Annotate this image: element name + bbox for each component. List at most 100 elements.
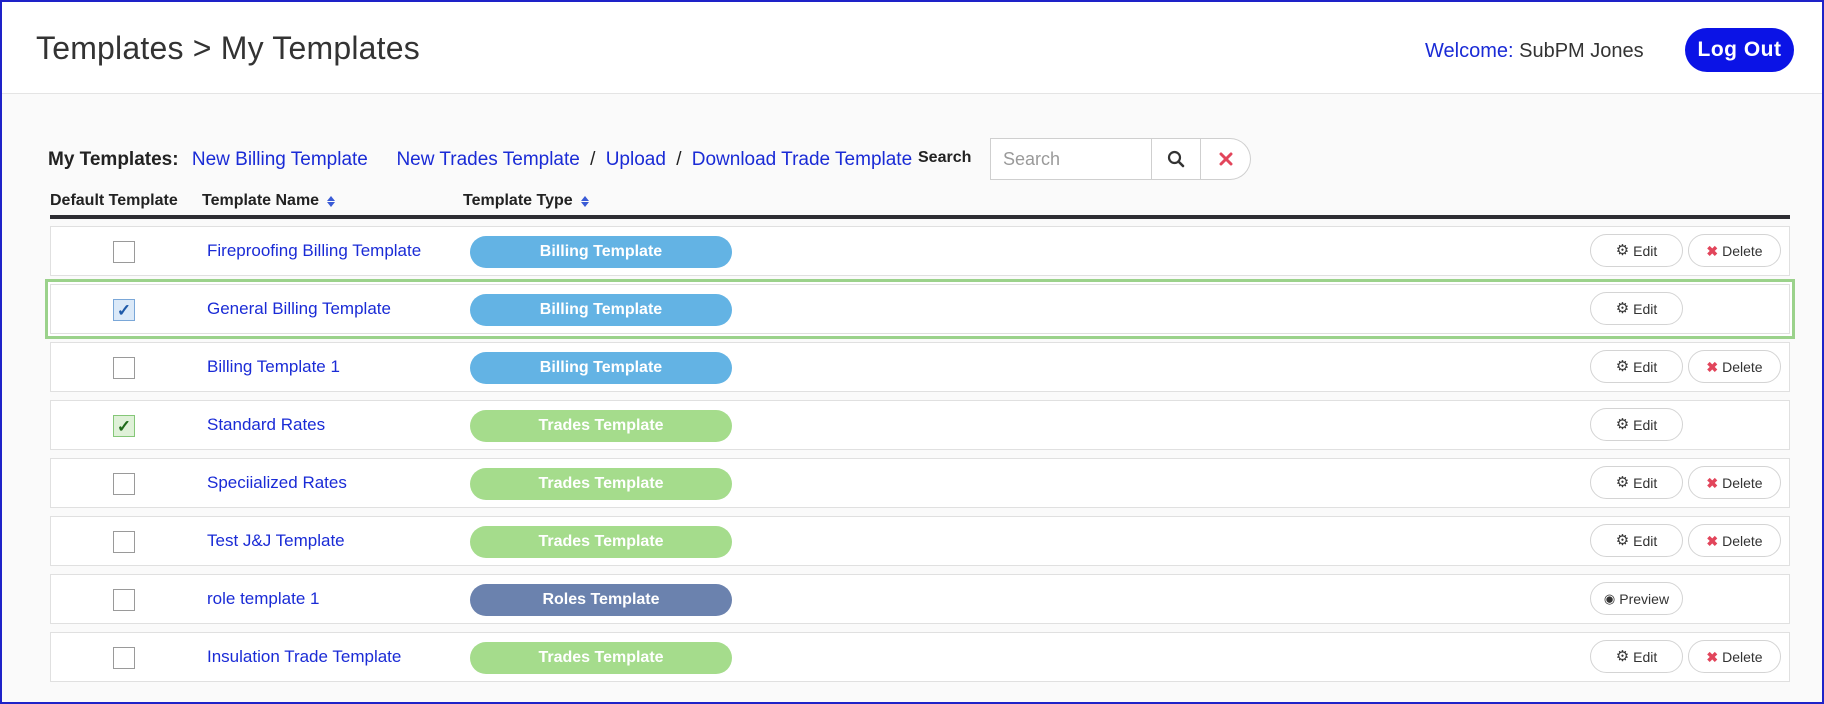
edit-label: Edit xyxy=(1633,300,1658,317)
edit-label: Edit xyxy=(1633,242,1658,259)
x-icon: ✖ xyxy=(1706,532,1719,549)
template-type-badge: Trades Template xyxy=(470,642,732,674)
template-type-badge: Roles Template xyxy=(470,584,732,616)
edit-button[interactable]: ⚙ Edit xyxy=(1590,350,1683,383)
column-header-type-label: Template Type xyxy=(463,192,573,209)
gear-icon: ⚙ xyxy=(1615,242,1630,259)
my-templates-label: My Templates: xyxy=(48,149,179,170)
template-links-bar: My Templates: New Billing Template New T… xyxy=(48,149,912,171)
edit-label: Edit xyxy=(1633,474,1658,491)
template-type-badge: Trades Template xyxy=(470,410,732,442)
delete-button[interactable]: ✖ Delete xyxy=(1688,466,1781,499)
link-separator: / xyxy=(676,149,682,170)
template-name-link[interactable]: Test J&J Template xyxy=(207,531,345,551)
edit-label: Edit xyxy=(1633,532,1658,549)
edit-button[interactable]: ⚙ Edit xyxy=(1590,408,1683,441)
gear-icon: ⚙ xyxy=(1615,648,1630,665)
template-type-badge: Billing Template xyxy=(470,294,732,326)
download-trade-template-link[interactable]: Download Trade Template xyxy=(692,149,912,170)
default-template-checkbox[interactable]: ✓ xyxy=(113,415,135,437)
table-row: Fireproofing Billing Template Billing Tem… xyxy=(50,226,1790,276)
preview-label: Preview xyxy=(1619,590,1670,607)
link-separator: / xyxy=(590,149,596,170)
new-trades-template-link[interactable]: New Trades Template xyxy=(396,149,579,170)
search-group xyxy=(990,138,1251,180)
template-type-badge: Trades Template xyxy=(470,468,732,500)
welcome-label: Welcome: xyxy=(1425,40,1514,62)
gear-icon: ⚙ xyxy=(1615,358,1630,375)
x-icon: ✖ xyxy=(1706,474,1719,491)
template-name-link[interactable]: Billing Template 1 xyxy=(207,357,340,377)
default-template-checkbox[interactable] xyxy=(113,241,135,263)
template-type-badge: Trades Template xyxy=(470,526,732,558)
welcome-text: Welcome: SubPM Jones xyxy=(1425,40,1644,63)
delete-label: Delete xyxy=(1722,358,1763,375)
table-header: Default Template Template Name Template … xyxy=(50,192,1790,214)
search-icon xyxy=(1167,150,1185,168)
delete-button[interactable]: ✖ Delete xyxy=(1688,524,1781,557)
template-name-link[interactable]: General Billing Template xyxy=(207,299,391,319)
template-name-link[interactable]: Fireproofing Billing Template xyxy=(207,241,421,261)
edit-label: Edit xyxy=(1633,416,1658,433)
table-row: Speciialized Rates Trades Template ⚙ Edit ✖ D… xyxy=(50,458,1790,508)
table-row: ✓ General Billing Template Billing Templat… xyxy=(50,284,1790,334)
default-template-checkbox[interactable] xyxy=(113,589,135,611)
template-name-link[interactable]: Standard Rates xyxy=(207,415,325,435)
x-icon: ✖ xyxy=(1706,358,1719,375)
gear-icon: ⚙ xyxy=(1615,300,1630,317)
column-header-name[interactable]: Template Name xyxy=(202,192,336,210)
gear-icon: ⚙ xyxy=(1615,416,1630,433)
clear-search-button[interactable] xyxy=(1201,138,1251,180)
edit-button[interactable]: ⚙ Edit xyxy=(1590,292,1683,325)
table-row: Insulation Trade Template Trades Template… xyxy=(50,632,1790,682)
edit-button[interactable]: ⚙ Edit xyxy=(1590,234,1683,267)
template-type-badge: Billing Template xyxy=(470,236,732,268)
sort-icon[interactable] xyxy=(327,195,336,207)
delete-label: Delete xyxy=(1722,474,1763,491)
delete-label: Delete xyxy=(1722,648,1763,665)
delete-button[interactable]: ✖ Delete xyxy=(1688,350,1781,383)
template-name-link[interactable]: Speciialized Rates xyxy=(207,473,347,493)
table-row: ✓ Standard Rates Trades Template ⚙ Edit xyxy=(50,400,1790,450)
edit-button[interactable]: ⚙ Edit xyxy=(1590,640,1683,673)
eye-icon: ◉ xyxy=(1603,591,1616,606)
top-header: Templates > My Templates Welcome: SubPM … xyxy=(2,2,1822,94)
table-row: Test J&J Template Trades Template ⚙ Edit ✖ De… xyxy=(50,516,1790,566)
x-icon: ✖ xyxy=(1706,242,1719,259)
search-button[interactable] xyxy=(1151,138,1201,180)
edit-label: Edit xyxy=(1633,358,1658,375)
search-label: Search xyxy=(918,149,972,166)
new-billing-template-link[interactable]: New Billing Template xyxy=(192,149,368,170)
default-template-checkbox[interactable]: ✓ xyxy=(113,299,135,321)
page-title: Templates > My Templates xyxy=(36,30,420,66)
column-header-default-label: Default Template xyxy=(50,192,178,209)
edit-button[interactable]: ⚙ Edit xyxy=(1590,524,1683,557)
delete-button[interactable]: ✖ Delete xyxy=(1688,640,1781,673)
table-row: Billing Template 1 Billing Template ⚙ Edit ✖… xyxy=(50,342,1790,392)
logout-button[interactable]: Log Out xyxy=(1685,28,1794,72)
delete-button[interactable]: ✖ Delete xyxy=(1688,234,1781,267)
upload-link[interactable]: Upload xyxy=(606,149,666,170)
edit-button[interactable]: ⚙ Edit xyxy=(1590,466,1683,499)
preview-button[interactable]: ◉ Preview xyxy=(1590,582,1683,615)
search-input[interactable] xyxy=(990,138,1151,180)
edit-label: Edit xyxy=(1633,648,1658,665)
default-template-checkbox[interactable] xyxy=(113,473,135,495)
template-type-badge: Billing Template xyxy=(470,352,732,384)
delete-label: Delete xyxy=(1722,242,1763,259)
default-template-checkbox[interactable] xyxy=(113,647,135,669)
clear-x-icon xyxy=(1219,152,1232,166)
default-template-checkbox[interactable] xyxy=(113,357,135,379)
column-header-type[interactable]: Template Type xyxy=(463,192,589,210)
user-name: SubPM Jones xyxy=(1519,40,1644,62)
header-divider xyxy=(50,215,1790,219)
gear-icon: ⚙ xyxy=(1615,474,1630,491)
sort-icon[interactable] xyxy=(580,195,589,207)
template-name-link[interactable]: Insulation Trade Template xyxy=(207,647,401,667)
table-row: role template 1 Roles Template ◉ Preview xyxy=(50,574,1790,624)
x-icon: ✖ xyxy=(1706,648,1719,665)
column-header-default: Default Template xyxy=(50,192,178,210)
template-name-link[interactable]: role template 1 xyxy=(207,589,319,609)
delete-label: Delete xyxy=(1722,532,1763,549)
default-template-checkbox[interactable] xyxy=(113,531,135,553)
